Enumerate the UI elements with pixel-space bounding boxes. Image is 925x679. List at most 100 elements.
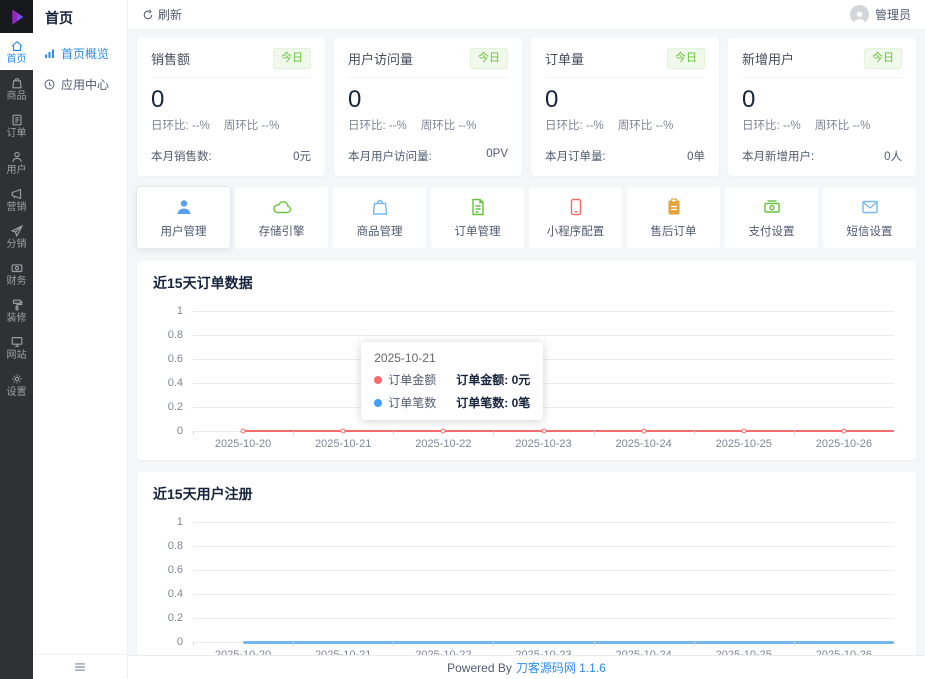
rail-item-goods[interactable]: 商品 <box>0 70 33 107</box>
plot-area[interactable]: 2025-10-21 订单金额 订单金额: 0元 订单笔数 订单笔数: 0笔 <box>193 311 894 434</box>
rail-item-distribution[interactable]: 分销 <box>0 218 33 255</box>
rail-item-label: 装修 <box>6 313 27 324</box>
chart-body: 1 0.8 0.6 0.4 0.2 0 <box>153 516 900 648</box>
stat-footer: 本月新增用户: 0人 <box>742 148 902 164</box>
y-axis: 1 0.8 0.6 0.4 0.2 0 <box>153 516 193 648</box>
shortcut-payment-settings[interactable]: 支付设置 <box>725 187 818 249</box>
topbar: 刷新 管理员 <box>128 0 925 30</box>
footer-link[interactable]: 刀客源码网 1.1.6 <box>516 659 606 676</box>
user-icon <box>11 151 22 162</box>
shortcut-label: 订单管理 <box>454 226 501 239</box>
day-ratio: 日环比: --% <box>151 120 210 133</box>
stat-footer-label: 本月用户访问量: <box>348 151 432 164</box>
plot-area[interactable] <box>193 522 894 644</box>
data-point-dot[interactable] <box>841 428 847 434</box>
rail-item-label: 财务 <box>6 276 27 287</box>
shortcut-storage-engine[interactable]: 存储引擎 <box>235 187 328 249</box>
y-axis: 1 0.8 0.6 0.4 0.2 0 <box>153 305 193 437</box>
distribution-icon <box>10 224 23 238</box>
x-tick-label: 2025-10-23 <box>493 431 593 450</box>
stat-ratios: 日环比: --% 周环比 --% <box>742 117 902 133</box>
y-tick-label: 1 <box>176 516 183 529</box>
rail-item-decorate[interactable]: 装修 <box>0 292 33 329</box>
rail-item-label: 分销 <box>6 239 27 250</box>
day-ratio: 日环比: --% <box>742 120 801 133</box>
series-value: 订单金额: 0元 <box>456 373 531 388</box>
avatar <box>849 5 869 24</box>
shortcut-label: 小程序配置 <box>546 226 605 239</box>
chart-body: 1 0.8 0.6 0.4 0.2 0 2025-10-21 订单金额 订单金额: 0元 <box>153 305 900 437</box>
shortcut-label: 商品管理 <box>356 226 403 239</box>
series-dot-red <box>374 375 383 384</box>
stat-value: 0 <box>151 85 165 113</box>
app-logo[interactable] <box>0 0 33 33</box>
stat-value: 0 <box>348 85 362 113</box>
rail-item-orders[interactable]: 订单 <box>0 107 33 144</box>
rail-item-settings[interactable]: 设置 <box>0 366 33 403</box>
home-icon <box>11 40 22 51</box>
data-point-dot[interactable] <box>741 428 747 434</box>
sidebar-collapse-button[interactable] <box>33 654 127 679</box>
logo-icon <box>11 9 23 24</box>
mail-icon <box>860 197 880 217</box>
data-point-dot[interactable] <box>240 428 246 434</box>
rail-item-label: 订单 <box>6 128 27 139</box>
series-dot-blue <box>374 398 383 407</box>
shortcut-user-manage[interactable]: 用户管理 <box>137 187 230 249</box>
x-tick-label: 2025-10-26 <box>793 642 894 655</box>
shortcut-order-manage[interactable]: 订单管理 <box>431 187 524 249</box>
x-tick-label: 2025-10-24 <box>593 431 694 450</box>
y-tick-label: 1 <box>176 305 183 318</box>
stat-footer: 本月销售数: 0元 <box>151 148 311 164</box>
shortcut-aftersale-orders[interactable]: 售后订单 <box>627 187 720 249</box>
user-name: 管理员 <box>874 8 911 22</box>
stat-value: 0 <box>742 85 756 113</box>
y-tick-label: 0.6 <box>167 353 183 366</box>
stat-title: 用户访问量 <box>348 51 414 67</box>
rail-item-marketing[interactable]: 营销 <box>0 181 33 218</box>
refresh-button[interactable]: 刷新 <box>142 6 182 23</box>
rail-item-label: 设置 <box>6 387 27 398</box>
today-badge: 今日 <box>667 48 705 69</box>
main-area: 刷新 管理员 销售额 今日 0 日环比: --% 周环比 --% 本月销售数: … <box>128 0 925 679</box>
content: 销售额 今日 0 日环比: --% 周环比 --% 本月销售数: 0元 用户访问… <box>128 30 925 655</box>
rail-item-label: 用户 <box>6 165 27 176</box>
sidebar-item-home-overview[interactable]: 首页概览 <box>33 38 127 69</box>
shortcut-label: 支付设置 <box>748 226 795 239</box>
rail-item-label: 商品 <box>6 91 27 102</box>
person-icon <box>853 11 866 24</box>
week-ratio: 周环比 --% <box>223 120 280 133</box>
stat-footer: 本月订单量: 0单 <box>545 148 705 164</box>
data-point-dot[interactable] <box>541 428 546 434</box>
data-point-dot[interactable] <box>340 428 346 434</box>
sidebar-item-app-center[interactable]: 应用中心 <box>33 69 127 100</box>
shortcut-goods-manage[interactable]: 商品管理 <box>333 187 426 249</box>
stat-footer-value: 0单 <box>687 151 705 164</box>
registrations-chart-card: 近15天用户注册 10.80.60.40.20 2025-10-202025-1… <box>137 472 916 655</box>
y-tick-label: 0 <box>176 636 183 649</box>
data-point-dot[interactable] <box>641 428 647 434</box>
series-line <box>243 640 894 644</box>
gridline <box>193 335 894 337</box>
rail-item-home[interactable]: 首页 <box>0 33 33 70</box>
rail-item-website[interactable]: 网站 <box>0 329 33 366</box>
x-tick-label: 2025-10-20 <box>193 642 293 655</box>
data-point-dot[interactable] <box>440 428 446 434</box>
stat-card-sales: 销售额 今日 0 日环比: --% 周环比 --% 本月销售数: 0元 <box>137 38 325 177</box>
shortcut-miniprogram-config[interactable]: 小程序配置 <box>529 187 622 249</box>
settings-icon <box>11 374 22 384</box>
user-menu[interactable]: 管理员 <box>849 5 911 24</box>
stat-card-header: 订单量 今日 <box>545 48 705 78</box>
x-tick-label: 2025-10-26 <box>793 431 894 450</box>
chart-tooltip: 2025-10-21 订单金额 订单金额: 0元 订单笔数 订单笔数: 0笔 <box>361 342 544 421</box>
stat-card-visits: 用户访问量 今日 0 日环比: --% 周环比 --% 本月用户访问量: 0PV <box>334 38 522 177</box>
rail-item-finance[interactable]: 财务 <box>0 255 33 292</box>
phone-icon <box>566 197 586 217</box>
gridline <box>193 383 894 385</box>
shortcut-sms-settings[interactable]: 短信设置 <box>823 187 916 249</box>
rail-item-users[interactable]: 用户 <box>0 144 33 181</box>
app-footer: Powered By 刀客源码网 1.1.6 <box>128 655 925 679</box>
decorate-icon <box>12 299 22 311</box>
bar-chart-icon <box>45 49 54 58</box>
y-tick-label: 0 <box>176 425 183 438</box>
